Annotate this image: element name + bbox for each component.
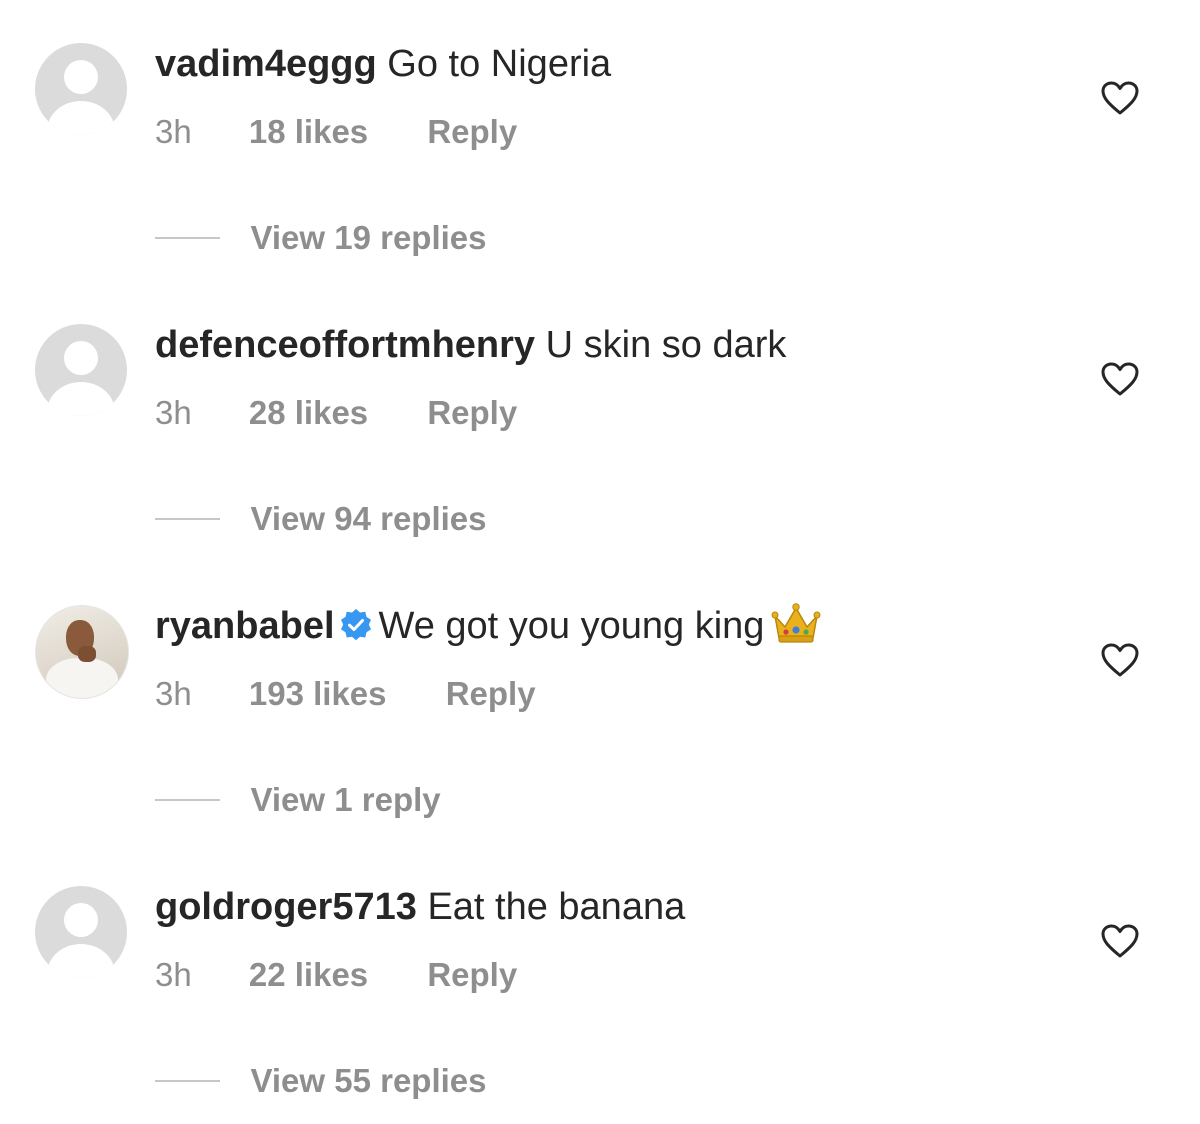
- heart-outline-icon[interactable]: [1100, 361, 1140, 397]
- avatar-shoulders-shape: [47, 382, 115, 416]
- reply-button[interactable]: Reply: [427, 392, 517, 434]
- avatar[interactable]: [35, 43, 127, 135]
- replies-divider: [155, 518, 220, 520]
- crown-emoji-icon: [771, 603, 821, 643]
- avatar-head-shape: [64, 341, 98, 375]
- reply-button[interactable]: Reply: [427, 954, 517, 996]
- comment-meta: 3h 22 likes Reply: [155, 954, 517, 996]
- reply-button[interactable]: Reply: [427, 111, 517, 153]
- view-replies-label[interactable]: View 1 reply: [250, 779, 440, 821]
- comment-text-line: goldroger5713 Eat the banana: [155, 883, 685, 931]
- verified-badge-icon: [340, 609, 371, 641]
- heart-outline-icon[interactable]: [1100, 923, 1140, 959]
- view-replies-toggle[interactable]: View 19 replies: [155, 217, 487, 259]
- avatar-shoulders-shape: [47, 944, 115, 978]
- comment-text-line: vadim4eggg Go to Nigeria: [155, 40, 611, 88]
- comment-text: Eat the banana: [427, 886, 686, 928]
- replies-divider: [155, 799, 220, 801]
- comment-text: U skin so dark: [545, 324, 787, 366]
- comment-item: vadim4eggg Go to Nigeria 3h 18 likes Rep…: [0, 0, 1200, 281]
- avatar-head-shape: [64, 903, 98, 937]
- view-replies-toggle[interactable]: View 94 replies: [155, 498, 487, 540]
- comment-item: goldroger5713 Eat the banana 3h 22 likes…: [0, 843, 1200, 1124]
- comment-time[interactable]: 3h: [155, 392, 192, 434]
- avatar-photo-body: [46, 658, 118, 698]
- comment-time[interactable]: 3h: [155, 673, 192, 715]
- comment-meta: 3h 18 likes Reply: [155, 111, 517, 153]
- avatar[interactable]: [35, 324, 127, 416]
- comment-text-line: defenceoffortmhenry U skin so dark: [155, 321, 786, 369]
- comment-time[interactable]: 3h: [155, 111, 192, 153]
- avatar-shoulders-shape: [47, 101, 115, 135]
- comment-likes[interactable]: 18 likes: [249, 111, 368, 153]
- comment-meta: 3h 28 likes Reply: [155, 392, 517, 434]
- comment-username[interactable]: goldroger5713: [155, 886, 417, 928]
- reply-button[interactable]: Reply: [446, 673, 536, 715]
- view-replies-label[interactable]: View 55 replies: [250, 1060, 486, 1102]
- avatar[interactable]: [35, 605, 129, 699]
- view-replies-toggle[interactable]: View 55 replies: [155, 1060, 487, 1102]
- comment-likes[interactable]: 193 likes: [249, 673, 387, 715]
- view-replies-label[interactable]: View 94 replies: [250, 498, 486, 540]
- comment-text: Go to Nigeria: [387, 43, 612, 85]
- comment-likes[interactable]: 28 likes: [249, 392, 368, 434]
- comment-item: ryanbabel We got you young king 3h 193 l…: [0, 562, 1200, 843]
- comment-username[interactable]: ryanbabel: [155, 605, 335, 647]
- replies-divider: [155, 1080, 220, 1082]
- comment-likes[interactable]: 22 likes: [249, 954, 368, 996]
- avatar-photo-hand: [78, 646, 96, 662]
- comment-item: defenceoffortmhenry U skin so dark 3h 28…: [0, 281, 1200, 562]
- view-replies-toggle[interactable]: View 1 reply: [155, 779, 441, 821]
- comment-username[interactable]: defenceoffortmhenry: [155, 324, 535, 366]
- replies-divider: [155, 237, 220, 239]
- heart-outline-icon[interactable]: [1100, 80, 1140, 116]
- avatar-head-shape: [64, 60, 98, 94]
- comment-meta: 3h 193 likes Reply: [155, 673, 536, 715]
- view-replies-label[interactable]: View 19 replies: [250, 217, 486, 259]
- comment-time[interactable]: 3h: [155, 954, 192, 996]
- comment-text: We got you young king: [378, 605, 765, 647]
- avatar[interactable]: [35, 886, 127, 978]
- heart-outline-icon[interactable]: [1100, 642, 1140, 678]
- comment-username[interactable]: vadim4eggg: [155, 43, 377, 85]
- comment-text-line: ryanbabel We got you young king: [155, 602, 822, 650]
